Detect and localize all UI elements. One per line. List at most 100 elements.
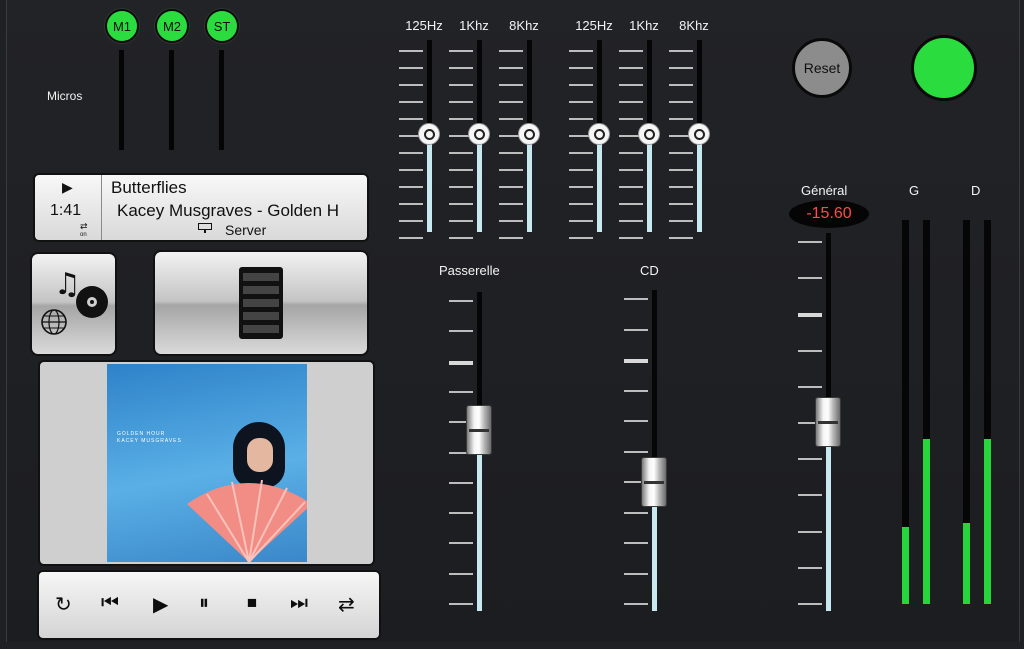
- eq1-rail-bottom[interactable]: [427, 134, 432, 232]
- eq5-tick: [619, 203, 643, 205]
- eq5-tick: [619, 152, 643, 154]
- eq6-tick: [669, 203, 693, 205]
- eq2-tick: [449, 118, 473, 120]
- m1-fader-rail[interactable]: [119, 50, 124, 150]
- general-tick: [798, 277, 822, 280]
- eq6-rail-bottom[interactable]: [697, 134, 702, 232]
- eq1-tick: [399, 84, 423, 86]
- st-button[interactable]: ST: [205, 9, 239, 43]
- playlist-button[interactable]: [153, 250, 369, 356]
- eq2-tick: [449, 237, 473, 239]
- passerelle-tick: [449, 300, 473, 302]
- now-playing-panel[interactable]: ▶ 1:41 ⇄ on Butterflies Kacey Musgraves …: [33, 173, 369, 242]
- cover-fan: [187, 479, 307, 562]
- album-cover-image: GOLDEN HOUR KACEY MUSGRAVES: [107, 364, 307, 562]
- previous-icon[interactable]: ⏮: [101, 592, 119, 615]
- eq4-tick: [569, 101, 593, 103]
- eq6-tick: [669, 50, 693, 52]
- source-select-button[interactable]: ♫: [30, 252, 117, 356]
- passerelle-tick: [449, 603, 473, 605]
- eq1-knob[interactable]: [418, 123, 440, 145]
- eq3-tick: [499, 186, 523, 188]
- svg-text:♫: ♫: [54, 267, 81, 302]
- cd-rail-top[interactable]: [652, 290, 657, 482]
- eq4-rail-bottom[interactable]: [597, 134, 602, 232]
- m2-fader-rail[interactable]: [169, 50, 174, 150]
- cd-fader-knob[interactable]: [641, 457, 667, 507]
- eq6-rail-top[interactable]: [697, 40, 702, 134]
- track-artist-album: Kacey Musgraves - Golden H: [117, 201, 340, 220]
- eq5-rail-bottom[interactable]: [647, 134, 652, 232]
- pause-icon[interactable]: ⏸: [199, 592, 209, 615]
- eq2-tick: [449, 84, 473, 86]
- eq5-tick: [619, 84, 643, 86]
- general-rail-bottom[interactable]: [826, 422, 831, 611]
- general-fader-knob[interactable]: [815, 397, 841, 447]
- eq1-tick: [399, 203, 423, 205]
- general-tick: [798, 349, 822, 352]
- eq1-rail-top[interactable]: [427, 40, 432, 134]
- eq2-tick: [449, 152, 473, 154]
- eq1-tick: [399, 152, 423, 154]
- shuffle-small-icon[interactable]: ⇄: [80, 221, 88, 232]
- passerelle-tick: [449, 330, 473, 333]
- eq2-tick: [449, 50, 473, 52]
- eq3-tick: [499, 50, 523, 52]
- eq3-tick: [499, 237, 523, 239]
- play-button-icon[interactable]: ▶: [153, 592, 168, 617]
- shuffle-icon[interactable]: ⇄: [338, 592, 355, 617]
- eq4-tick: [569, 50, 593, 52]
- server-icon: [198, 223, 212, 233]
- m2-button[interactable]: M2: [155, 9, 189, 43]
- passerelle-tick: [449, 542, 473, 545]
- eq1-tick: [399, 50, 423, 52]
- st-label: ST: [213, 18, 231, 34]
- eq4-tick: [569, 186, 593, 188]
- general-tick: [798, 566, 822, 569]
- passerelle-tick: [449, 512, 473, 515]
- cd-label: CD: [640, 263, 659, 278]
- eq4-tick: [569, 84, 593, 86]
- cd-tick: [624, 511, 648, 514]
- meter-3: [963, 220, 970, 604]
- next-icon[interactable]: ⏭: [290, 592, 308, 615]
- eq5-tick: [619, 169, 643, 171]
- eq6-knob[interactable]: [688, 123, 710, 145]
- eq5-tick: [619, 237, 643, 239]
- eq4-knob[interactable]: [588, 123, 610, 145]
- eq5-tick: [619, 101, 643, 103]
- meter-4: [984, 220, 991, 604]
- eq3-knob[interactable]: [518, 123, 540, 145]
- eq2-rail-bottom[interactable]: [477, 134, 482, 232]
- reset-label: Reset: [803, 60, 841, 76]
- meter-2-fill: [923, 439, 930, 604]
- eq3-tick: [499, 101, 523, 103]
- eq3-label: 8Khz: [509, 18, 539, 33]
- eq5-knob[interactable]: [638, 123, 660, 145]
- eq5-rail-top[interactable]: [647, 40, 652, 134]
- eq4-rail-top[interactable]: [597, 40, 602, 134]
- repeat-icon[interactable]: ↻: [55, 592, 72, 617]
- status-led[interactable]: [911, 35, 977, 101]
- st-fader-rail[interactable]: [219, 50, 224, 150]
- general-tick: [798, 494, 822, 497]
- eq6-tick: [669, 220, 693, 222]
- stop-icon[interactable]: ⏹: [247, 592, 257, 615]
- reset-button[interactable]: Reset: [792, 38, 852, 98]
- eq2-knob[interactable]: [468, 123, 490, 145]
- play-icon[interactable]: ▶: [62, 179, 73, 196]
- cd-tick: [624, 359, 648, 363]
- passerelle-rail-bottom[interactable]: [477, 430, 482, 611]
- eq2-rail-top[interactable]: [477, 40, 482, 134]
- meter-1: [902, 220, 909, 604]
- eq3-rail-bottom[interactable]: [527, 134, 532, 232]
- general-tick: [798, 458, 822, 461]
- general-rail-top[interactable]: [826, 233, 831, 422]
- eq1-tick: [399, 220, 423, 222]
- eq3-rail-top[interactable]: [527, 40, 532, 134]
- eq3-tick: [499, 169, 523, 171]
- eq4-tick: [569, 152, 593, 154]
- passerelle-fader-knob[interactable]: [466, 405, 492, 455]
- m1-button[interactable]: M1: [105, 9, 139, 43]
- general-tick: [798, 313, 822, 318]
